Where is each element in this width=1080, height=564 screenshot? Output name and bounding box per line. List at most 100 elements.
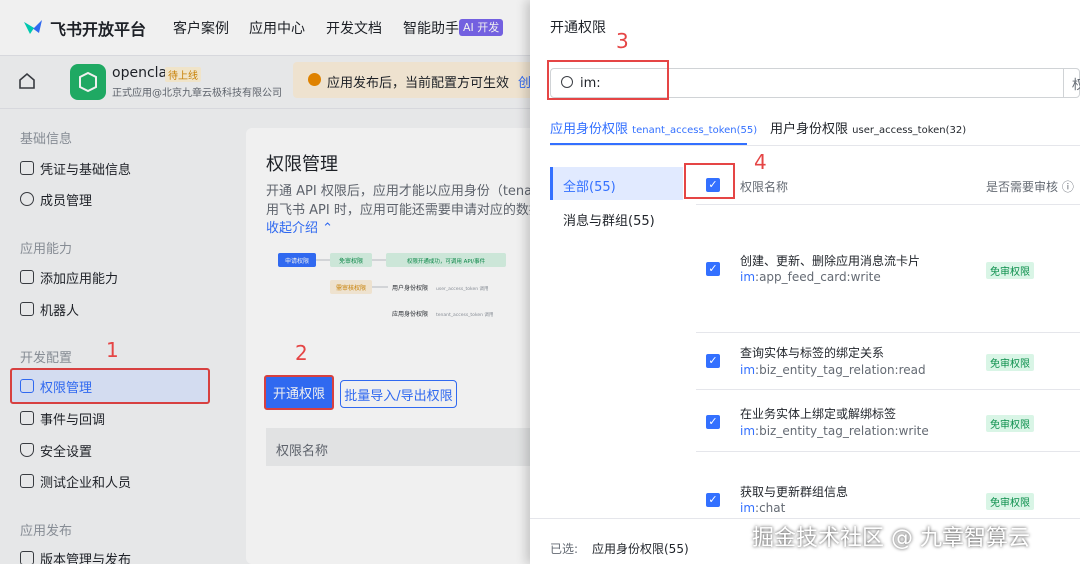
permission-title: 创建、更新、删除应用消息流卡片 (740, 254, 921, 268)
help-icon[interactable]: ⓘ (1062, 180, 1074, 194)
category-all-label[interactable]: 全部(55) (563, 176, 616, 195)
sidebar-section-release: 应用发布 (20, 524, 73, 539)
credential-icon (20, 161, 34, 175)
tabs-divider (550, 145, 1080, 146)
row-checkbox[interactable]: ✓ (706, 415, 720, 429)
feishu-logo-icon[interactable] (22, 16, 44, 38)
nav-link-assistant[interactable]: 智能助手 (403, 18, 459, 38)
permission-code: im:chat (740, 501, 785, 515)
notice-text: 应用发布后，当前配置方可生效 (327, 76, 510, 91)
permission-code-rest: :biz_entity_tag_relation:read (755, 363, 926, 377)
tab-label: 应用身份权限 (550, 122, 629, 137)
chevron-up-icon: ⌃ (322, 221, 334, 236)
app-avatar (70, 64, 106, 100)
home-icon[interactable] (18, 72, 36, 90)
search-highlight-box (547, 60, 669, 100)
tab-app-identity[interactable]: 应用身份权限 tenant_access_token(55) (550, 118, 757, 137)
permission-table-header-label: 权限名称 (276, 444, 329, 459)
permission-code-rest: :app_feed_card:write (755, 270, 881, 284)
tab-active-underline (550, 143, 747, 145)
ai-badge: AI 开发 (459, 19, 504, 36)
sidebar-item-release[interactable]: 版本管理与发布 (20, 545, 131, 564)
batch-import-export-button[interactable]: 批量导入/导出权限 (340, 380, 457, 408)
permission-code-rest: :biz_entity_tag_relation:write (755, 424, 929, 438)
search-divider (1063, 69, 1064, 97)
nav-link-app-center[interactable]: 应用中心 (249, 18, 305, 38)
permission-title: 查询实体与标签的绑定关系 (740, 346, 885, 360)
sidebar-item-bot[interactable]: 机器人 (20, 296, 79, 322)
column-needs-review: 是否需要审核 ⓘ (986, 178, 1074, 195)
user-icon (20, 192, 34, 206)
sidebar-item-events[interactable]: 事件与回调 (20, 405, 105, 431)
nav-link-docs[interactable]: 开发文档 (326, 18, 382, 38)
review-free-badge: 免审权限 (986, 493, 1034, 510)
permission-code: im:biz_entity_tag_relation:read (740, 363, 926, 377)
permission-title: 获取与更新群组信息 (740, 485, 849, 499)
sidebar-item-label: 成员管理 (40, 193, 93, 209)
sidebar-item-members[interactable]: 成员管理 (20, 186, 92, 212)
drawer-title: 开通权限 (550, 20, 606, 36)
annotation-1: 1 (106, 338, 119, 362)
open-permission-button[interactable]: 开通权限 (264, 375, 334, 410)
permission-code-prefix: im (740, 363, 756, 377)
diagram-user-token: user_access_token 调用 (436, 285, 489, 292)
box-icon (79, 71, 97, 93)
sidebar-item-label: 添加应用能力 (40, 271, 119, 287)
tab-token-count: tenant_access_token(55) (632, 125, 758, 136)
permission-code-prefix: im (740, 501, 756, 515)
shield-icon (20, 443, 34, 457)
robot-icon (20, 302, 34, 316)
annotation-3: 3 (616, 29, 629, 53)
row-divider (696, 451, 1080, 452)
sidebar-section-dev: 开发配置 (20, 351, 73, 366)
sidebar-item-label: 测试企业和人员 (40, 475, 132, 491)
diagram-apply: 申请权限 (285, 257, 309, 265)
sidebar-item-permissions[interactable]: 权限管理 (20, 373, 92, 399)
row-divider (696, 389, 1080, 390)
release-icon (20, 551, 34, 564)
brand-name[interactable]: 飞书开放平台 (50, 16, 146, 40)
search-filter-label[interactable]: 权 (1072, 74, 1080, 93)
tab-token-count: user_access_token(32) (852, 125, 967, 136)
sidebar-item-security[interactable]: 安全设置 (20, 437, 92, 463)
diagram-user: 用户身份权限 (392, 284, 428, 292)
event-icon (20, 411, 34, 425)
sidebar-item-label: 凭证与基础信息 (40, 162, 132, 178)
permission-code-rest: :chat (755, 501, 786, 515)
sidebar-item-test[interactable]: 测试企业和人员 (20, 468, 131, 494)
category-message-group[interactable]: 消息与群组(55) (563, 210, 655, 229)
column-permission-name: 权限名称 (740, 180, 789, 194)
drawer-footer-divider (530, 518, 1080, 519)
row-checkbox[interactable]: ✓ (706, 493, 720, 507)
selected-value: 应用身份权限(55) (592, 542, 689, 556)
review-free-badge: 免审权限 (986, 262, 1034, 279)
sidebar-item-add-capability[interactable]: 添加应用能力 (20, 264, 118, 290)
collapse-label: 收起介绍 (266, 221, 319, 236)
lock-icon (20, 379, 34, 393)
page-title: 权限管理 (266, 154, 338, 175)
selected-label: 已选: (550, 542, 579, 556)
tab-user-identity[interactable]: 用户身份权限 user_access_token(32) (770, 118, 966, 137)
app-subtitle: 正式应用@北京九章云极科技有限公司 (112, 88, 282, 99)
collapse-intro-link[interactable]: 收起介绍 ⌃ (266, 217, 333, 236)
diagram-free: 免审权限 (339, 257, 363, 265)
grid-icon (20, 270, 34, 284)
row-checkbox[interactable]: ✓ (706, 262, 720, 276)
sidebar-item-label: 权限管理 (40, 380, 93, 396)
diagram-app-token: tenant_access_token 调用 (436, 311, 493, 318)
permission-code: im:biz_entity_tag_relation:write (740, 424, 929, 438)
review-free-badge: 免审权限 (986, 415, 1034, 432)
nav-link-cases[interactable]: 客户案例 (173, 18, 229, 38)
test-icon (20, 474, 34, 488)
app-status-badge: 待上线 (165, 67, 201, 82)
permission-code: im:app_feed_card:write (740, 270, 881, 284)
row-divider (696, 332, 1080, 333)
sidebar-section-basic: 基础信息 (20, 132, 73, 147)
sidebar-item-label: 机器人 (40, 303, 80, 319)
permission-flow-diagram: 申请权限 免审权限 权限开通成功，可调用 API/事件 需审核权限 用户身份权限… (278, 253, 506, 318)
diagram-ok: 权限开通成功，可调用 API/事件 (407, 257, 486, 265)
row-checkbox[interactable]: ✓ (706, 354, 720, 368)
diagram-app: 应用身份权限 (392, 310, 428, 318)
select-all-highlight-box (684, 163, 735, 199)
sidebar-item-credentials[interactable]: 凭证与基础信息 (20, 155, 131, 181)
